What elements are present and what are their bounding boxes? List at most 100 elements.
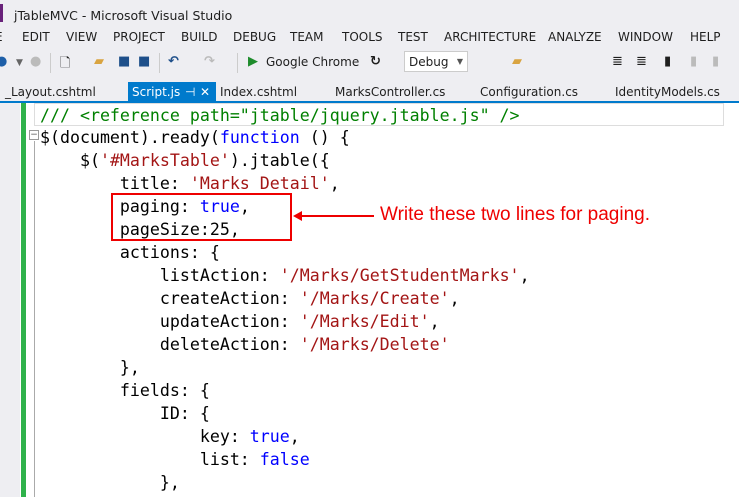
code-line: listAction: '/Marks/GetStudentMarks', <box>40 264 724 287</box>
menu-window[interactable]: WINDOW <box>618 30 673 44</box>
tab-configuration[interactable]: Configuration.cs <box>480 82 578 102</box>
annotation-text: Write these two lines for paging. <box>380 204 651 225</box>
menu-file[interactable]: E <box>0 30 3 44</box>
change-indicator <box>21 103 26 497</box>
code-line: list: false <box>40 448 724 471</box>
code-token: title: <box>40 174 190 193</box>
code-token: false <box>259 450 310 469</box>
indent-icon[interactable]: ≣ <box>612 54 623 69</box>
code-token: '/Marks/Edit' <box>299 312 430 331</box>
outline-line <box>34 141 35 497</box>
code-token: deleteAction: <box>40 335 300 354</box>
menu-edit[interactable]: EDIT <box>22 30 50 44</box>
configuration-select[interactable]: Debug ▼ <box>404 51 468 72</box>
code-token: () { <box>299 128 350 147</box>
window-title: jTableMVC - Microsoft Visual Studio <box>14 8 233 23</box>
code-token: , <box>449 289 460 308</box>
play-icon[interactable]: ▶ <box>248 54 258 69</box>
code-token: , <box>329 174 340 193</box>
configuration-value: Debug <box>409 55 449 69</box>
code-token: '/Marks/GetStudentMarks' <box>279 266 520 285</box>
code-token: /// <reference path="jtable/jquery.jtabl… <box>40 106 520 125</box>
code-token: '#MarksTable' <box>99 151 230 170</box>
menu-team[interactable]: TEAM <box>290 30 323 44</box>
chevron-down-icon: ▼ <box>456 57 463 66</box>
code-line: updateAction: '/Marks/Edit', <box>40 310 724 333</box>
tab-script[interactable]: Script.js ⊣ ✕ <box>128 82 216 102</box>
code-token: true <box>249 427 290 446</box>
menu-project[interactable]: PROJECT <box>113 30 165 44</box>
find-icon[interactable]: ▰ <box>512 54 522 69</box>
code-token: createAction: <box>40 289 300 308</box>
code-token: updateAction: <box>40 312 300 331</box>
code-line: }, <box>40 471 724 494</box>
code-token: '/Marks/Create' <box>299 289 450 308</box>
code-token: }, <box>40 473 180 492</box>
collapse-icon[interactable]: − <box>29 130 39 140</box>
code-line: $('#MarksTable').jtable({ <box>40 149 724 172</box>
menu-tools[interactable]: TOOLS <box>342 30 383 44</box>
new-project-icon[interactable]: 🗋 <box>60 54 70 76</box>
code-editor[interactable]: − /// <reference path="jtable/jquery.jta… <box>0 103 739 497</box>
code-token: $(document).ready( <box>40 128 220 147</box>
tab-label: Configuration.cs <box>480 85 579 99</box>
tab-layout[interactable]: _Layout.cshtml <box>5 82 96 102</box>
save-all-icon[interactable]: ■ <box>138 54 150 69</box>
toolbar: ● ▼ ● 🗋 ▰ ■ ■ ↶ ↷ ▶ Google Chrome ↻ Debu… <box>0 50 739 74</box>
back-icon[interactable]: ● <box>0 54 7 69</box>
code-line: title: 'Marks Detail', <box>40 172 724 195</box>
tab-label: Index.cshtml <box>220 85 298 99</box>
code-token: ).jtable({ <box>229 151 330 170</box>
refresh-icon[interactable]: ↻ <box>370 54 381 69</box>
close-icon[interactable]: ✕ <box>200 85 210 99</box>
code-token: 'Marks Detail' <box>189 174 330 193</box>
code-token: list: <box>40 450 260 469</box>
menu-help[interactable]: HELP <box>690 30 721 44</box>
undo-icon[interactable]: ↶ <box>168 54 179 69</box>
redo-icon[interactable]: ↷ <box>204 54 215 69</box>
tab-label: Script.js <box>132 85 181 99</box>
tab-identity-models[interactable]: IdentityModels.cs <box>615 82 720 102</box>
code-line: /// <reference path="jtable/jquery.jtabl… <box>34 103 724 126</box>
code-line: actions: { <box>40 241 724 264</box>
open-file-icon[interactable]: ▰ <box>94 54 104 69</box>
code-token: fields: { <box>40 381 210 400</box>
code-token: $( <box>40 151 100 170</box>
menu-view[interactable]: VIEW <box>66 30 97 44</box>
code-line: createAction: '/Marks/Create', <box>40 287 724 310</box>
save-icon[interactable]: ■ <box>118 54 130 69</box>
next-bookmark-icon[interactable]: ▮ <box>712 54 719 69</box>
editor-margin <box>0 103 20 497</box>
code-token: '/Marks/Delete' <box>299 335 450 354</box>
code-line: ID: { <box>40 402 724 425</box>
document-tabs: _Layout.cshtml Script.js ⊣ ✕ Index.cshtml … <box>0 82 739 102</box>
menu-debug[interactable]: DEBUG <box>233 30 276 44</box>
code-token: , <box>429 312 440 331</box>
code-token: function <box>219 128 300 147</box>
menu-architecture[interactable]: ARCHITECTURE <box>444 30 536 44</box>
code-token: actions: { <box>40 243 220 262</box>
pin-icon[interactable]: ⊣ <box>185 85 195 99</box>
prev-bookmark-icon[interactable]: ▮ <box>690 54 697 69</box>
code-token: , <box>519 266 530 285</box>
tab-label: IdentityModels.cs <box>615 85 720 99</box>
menu-build[interactable]: BUILD <box>181 30 217 44</box>
menu-test[interactable]: TEST <box>398 30 428 44</box>
code-token: }, <box>40 358 140 377</box>
tab-label: _Layout.cshtml <box>5 85 96 99</box>
dropdown-icon[interactable]: ▼ <box>16 58 23 68</box>
code-line: deleteAction: '/Marks/Delete' <box>40 333 724 356</box>
code-line: }, <box>40 356 724 379</box>
menu-analyze[interactable]: ANALYZE <box>548 30 602 44</box>
forward-icon[interactable]: ● <box>30 54 41 69</box>
run-target-button[interactable]: Google Chrome <box>266 55 359 69</box>
code-token: , <box>289 427 300 446</box>
tab-index[interactable]: Index.cshtml <box>220 82 297 102</box>
bookmark-icon[interactable]: ▮ <box>664 54 671 69</box>
code-token: listAction: <box>40 266 280 285</box>
code-token: ID: { <box>40 404 210 423</box>
code-text[interactable]: /// <reference path="jtable/jquery.jtabl… <box>34 103 724 494</box>
comment-icon[interactable]: ≣ <box>636 54 647 69</box>
tab-marks-controller[interactable]: MarksController.cs <box>335 82 445 102</box>
code-token: key: <box>40 427 250 446</box>
